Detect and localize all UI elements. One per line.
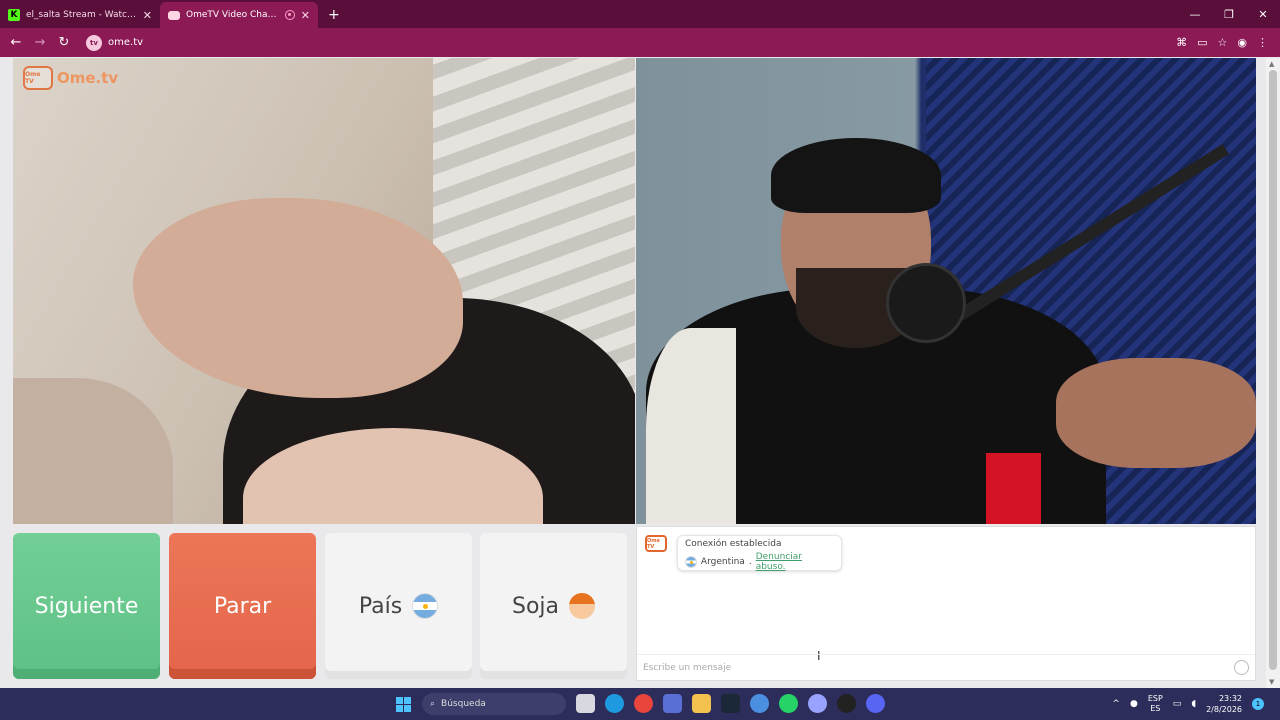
time: 23:32: [1218, 694, 1242, 703]
whatsapp-icon[interactable]: [779, 694, 798, 713]
network-icon[interactable]: ▭: [1173, 699, 1182, 709]
tab-ometv[interactable]: OmeTV Video Chat — Alternativa ✕: [160, 2, 318, 28]
ometv-chat-icon: Ome TV: [645, 535, 667, 552]
scroll-down-icon[interactable]: ▼: [1269, 678, 1274, 686]
tv-logo-icon: Ome TV: [23, 66, 53, 90]
site-info-icon[interactable]: tv: [86, 34, 102, 51]
argentina-flag-icon: [685, 556, 697, 568]
emoji-icon[interactable]: [1234, 660, 1249, 675]
microphone-icon: [886, 263, 966, 343]
mic-tray-icon[interactable]: ●: [1130, 699, 1138, 709]
url-text[interactable]: ome.tv: [108, 37, 1176, 48]
gender-filter-button[interactable]: Soja: [480, 533, 627, 679]
clock[interactable]: 23:32 2/8/2026: [1206, 693, 1242, 715]
chevron-up-icon[interactable]: ^: [1112, 699, 1120, 709]
task-view-icon[interactable]: [576, 694, 595, 713]
close-window-icon[interactable]: ✕: [1246, 8, 1280, 21]
windows-start-icon[interactable]: [396, 697, 411, 712]
system-tray: ^ ● ESP ES ▭ ◖ 23:32 2/8/2026 1: [1112, 688, 1264, 720]
stop-button[interactable]: Parar: [169, 533, 316, 679]
search-icon: ⌕: [430, 699, 436, 709]
ometv-logo: Ome TV Ome.tv: [23, 66, 118, 90]
forward-icon[interactable]: →: [28, 35, 52, 50]
scroll-up-icon[interactable]: ▲: [1269, 60, 1274, 68]
profile-icon[interactable]: ◉: [1237, 36, 1247, 49]
close-tab-icon[interactable]: ✕: [301, 9, 310, 22]
search-label: Búsqueda: [441, 699, 486, 709]
connection-status: Conexión establecida: [685, 539, 782, 549]
chrome-profile-icon[interactable]: [750, 694, 769, 713]
gender-label: Soja: [511, 593, 560, 619]
minimize-icon[interactable]: —: [1178, 8, 1212, 21]
file-explorer-icon[interactable]: [692, 694, 711, 713]
boy-emoji-icon: [569, 593, 596, 619]
kick-favicon-icon: K: [8, 9, 20, 21]
date: 2/8/2026: [1206, 705, 1242, 714]
tab-title: el_salta Stream - Watch Live on Kick: [26, 10, 137, 20]
edge-icon[interactable]: [605, 694, 624, 713]
taskbar-apps: [576, 694, 885, 713]
country-filter-button[interactable]: País: [325, 533, 472, 679]
chrome-icon[interactable]: [634, 694, 653, 713]
stop-button-label: Parar: [213, 593, 272, 619]
obs-icon[interactable]: [837, 694, 856, 713]
tab-title: OmeTV Video Chat — Alternativa: [186, 10, 279, 20]
menu-icon[interactable]: ⋮: [1257, 36, 1268, 49]
message-input[interactable]: Escribe un mensaje: [637, 654, 1255, 680]
notification-badge[interactable]: 1: [1252, 698, 1264, 710]
separator: .: [748, 557, 752, 567]
volume-icon[interactable]: ◖: [1191, 699, 1196, 709]
partner-country: Argentina: [700, 557, 745, 567]
report-abuse-link[interactable]: Denunciar abuso.: [756, 552, 834, 572]
cast-icon[interactable]: ▭: [1197, 36, 1207, 49]
close-tab-icon[interactable]: ✕: [143, 9, 152, 22]
stranger-video: Ome TV Ome.tv: [13, 58, 635, 524]
recording-icon: [284, 10, 295, 20]
back-icon[interactable]: ←: [4, 35, 28, 50]
window-controls: — ❐ ✕: [1178, 0, 1280, 28]
tab-kick-stream[interactable]: K el_salta Stream - Watch Live on Kick ✕: [0, 2, 160, 28]
steam-icon[interactable]: [721, 694, 740, 713]
new-tab-button[interactable]: +: [318, 7, 350, 28]
store-icon[interactable]: [663, 694, 682, 713]
maximize-icon[interactable]: ❐: [1212, 8, 1246, 21]
reload-icon[interactable]: ↻: [52, 35, 76, 50]
next-button[interactable]: Siguiente: [13, 533, 160, 679]
next-button-label: Siguiente: [34, 593, 139, 619]
chat-panel: Ome TV Conexión establecida Argentina . …: [636, 526, 1256, 681]
scroll-thumb[interactable]: [1269, 70, 1277, 670]
address-bar: ← → ↻ tv ome.tv ⌘ ▭ ☆ ◉ ⋮: [0, 28, 1280, 57]
argentina-flag-icon: [412, 593, 439, 619]
message-placeholder: Escribe un mensaje: [643, 662, 732, 673]
self-video: [636, 58, 1256, 524]
taskbar-search[interactable]: ⌕ Búsqueda: [422, 693, 566, 715]
windows-taskbar: ⌕ Búsqueda ^ ● ESP ES ▭ ◖ 23:32 2/8/2026…: [0, 688, 1280, 720]
chrome-alt-icon[interactable]: [808, 694, 827, 713]
page-scrollbar[interactable]: ▲ ▼: [1266, 58, 1280, 688]
system-message: Conexión establecida Argentina . Denunci…: [677, 535, 842, 572]
logo-text: Ome.tv: [57, 69, 119, 87]
translate-icon[interactable]: ⌘: [1176, 36, 1187, 49]
browser-tab-bar: K el_salta Stream - Watch Live on Kick ✕…: [0, 0, 1280, 28]
discord-icon[interactable]: [866, 694, 885, 713]
country-label: País: [358, 593, 403, 619]
ometv-favicon-icon: [168, 10, 180, 20]
language-indicator[interactable]: ESP ES: [1148, 694, 1163, 714]
bookmark-star-icon[interactable]: ☆: [1218, 36, 1228, 49]
